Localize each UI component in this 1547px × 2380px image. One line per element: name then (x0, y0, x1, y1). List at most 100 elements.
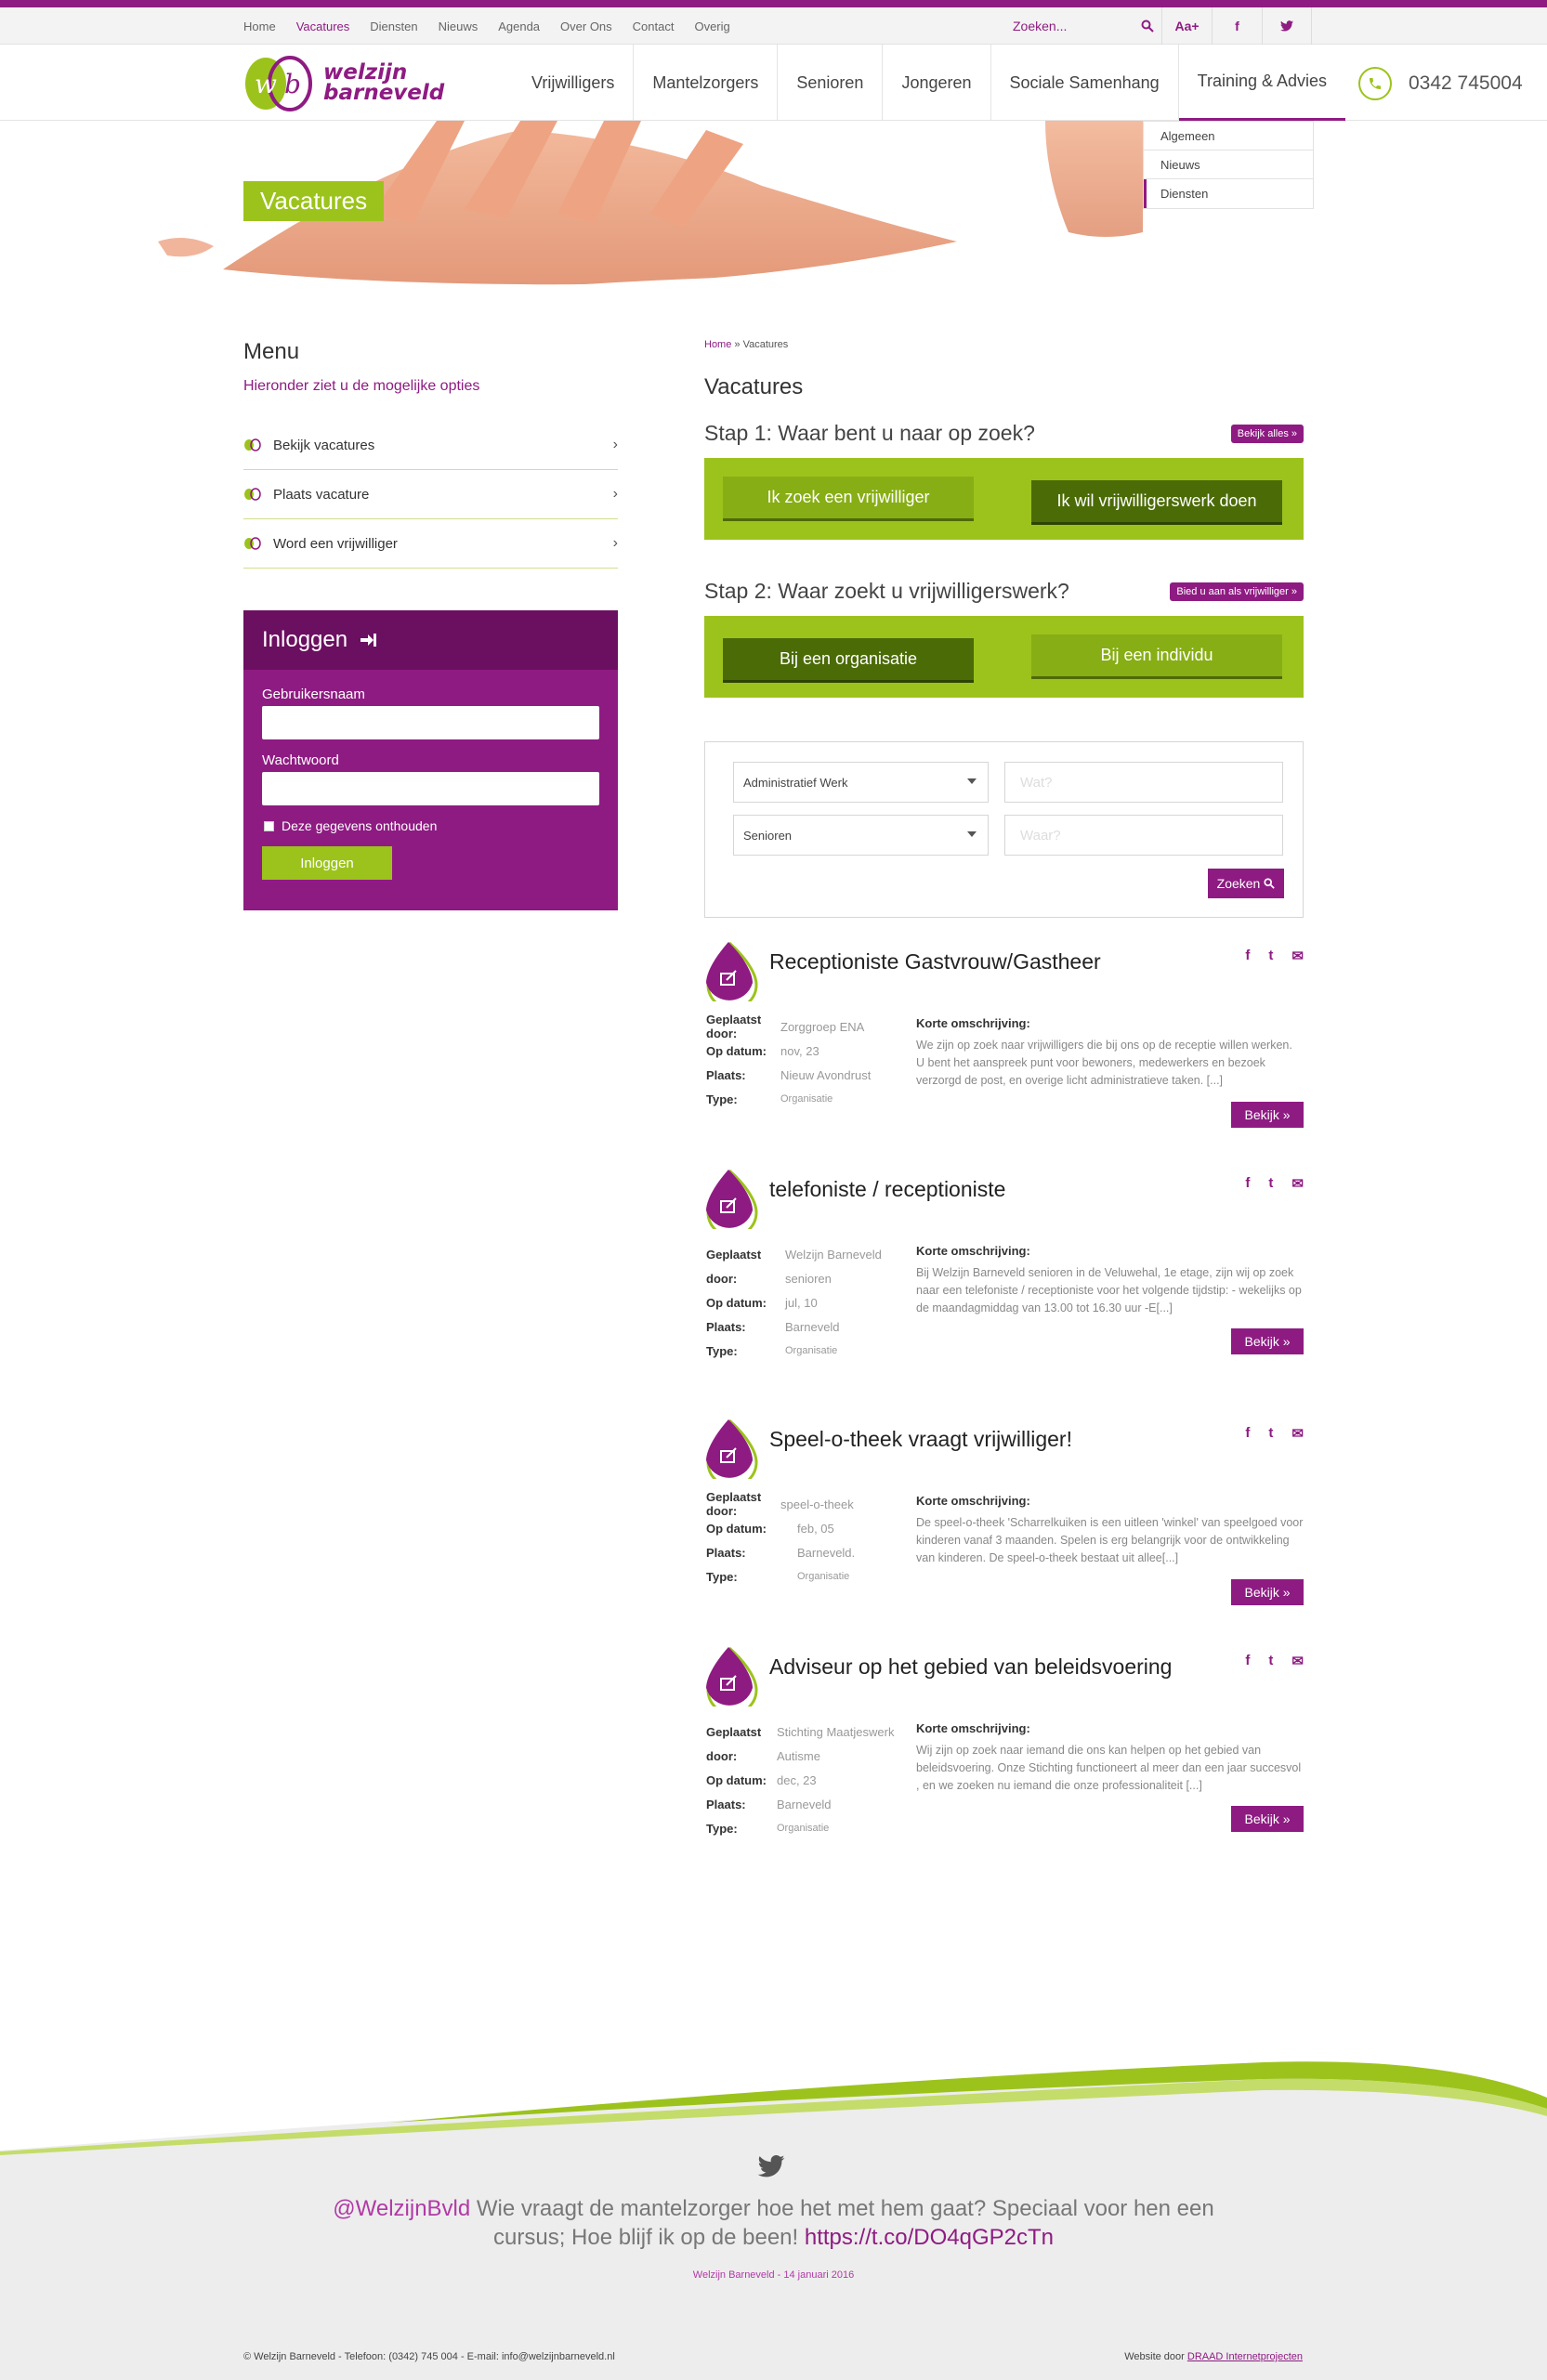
posted-by-label-cont: door: (706, 1271, 738, 1286)
sidebar-title: Menu (243, 339, 300, 364)
twitter-icon[interactable]: t (1268, 1175, 1273, 1192)
topnav-contact[interactable]: Contact (633, 20, 675, 33)
nav-vrijwilligers[interactable]: Vrijwilligers (513, 45, 635, 121)
desc-text: We zijn op zoek naar vrijwilligers die b… (916, 1039, 1292, 1087)
topnav-over-ons[interactable]: Over Ons (560, 20, 612, 33)
submenu-nieuws[interactable]: Nieuws (1144, 150, 1313, 179)
topnav-agenda[interactable]: Agenda (498, 20, 540, 33)
bekijk-button[interactable]: Bekijk » (1231, 1328, 1304, 1354)
top-search[interactable]: Zoeken... (1013, 7, 1161, 45)
tweet-text-2: cursus; Hoe blijf ik op de been! (493, 2225, 805, 2250)
facebook-icon[interactable]: f (1245, 1175, 1250, 1192)
wil-vrijwilligerswerk-button[interactable]: Ik wil vrijwilligerswerk doen (1031, 480, 1282, 525)
category-select[interactable]: Administratief Werk (733, 762, 989, 803)
nav-jongeren[interactable]: Jongeren (883, 45, 991, 121)
edit-drop-icon (706, 941, 758, 1001)
twitter-icon[interactable]: t (1268, 1653, 1273, 1669)
vacancy-title[interactable]: Receptioniste Gastvrouw/Gastheer (769, 949, 1101, 974)
phone-icon (1358, 67, 1392, 100)
twitter-icon[interactable] (1262, 7, 1312, 45)
topnav-nieuws[interactable]: Nieuws (439, 20, 479, 33)
step2-header: Stap 2: Waar zoekt u vrijwilligerswerk? … (704, 579, 1304, 607)
type-label: Type: (706, 1569, 738, 1584)
search-icon[interactable] (1141, 20, 1154, 33)
wat-input[interactable]: Wat? (1004, 762, 1283, 803)
facebook-icon[interactable]: f (1245, 1653, 1250, 1669)
login-header: Inloggen (243, 610, 618, 670)
logo-line1: welzijn (323, 60, 408, 85)
tweet-link[interactable]: https://t.co/DO4qGP2cTn (805, 2225, 1054, 2250)
nav-sociale-samenhang[interactable]: Sociale Samenhang (991, 45, 1179, 121)
nav-mantelzorgers[interactable]: Mantelzorgers (634, 45, 779, 121)
vacancy-item: Receptioniste Gastvrouw/Gastheer f t ✉ G… (704, 940, 1304, 1135)
sidebar-item-plaats-vacature[interactable]: Plaats vacature › (243, 470, 618, 519)
place-value: Barneveld (777, 1797, 832, 1811)
posted-by-label: Geplaatst (706, 1724, 762, 1739)
mail-icon[interactable]: ✉ (1291, 1653, 1304, 1669)
facebook-icon[interactable]: f (1212, 7, 1262, 45)
bij-organisatie-button[interactable]: Bij een organisatie (723, 638, 974, 683)
nav-senioren[interactable]: Senioren (778, 45, 884, 121)
vacancy-description: Korte omschrijving: We zijn op zoek naar… (916, 1014, 1304, 1090)
submenu-algemeen[interactable]: Algemeen (1144, 122, 1313, 150)
target-group-select[interactable]: Senioren (733, 815, 989, 856)
mail-icon[interactable]: ✉ (1291, 1175, 1304, 1192)
place-label: Plaats: (706, 1319, 746, 1334)
bekijk-button[interactable]: Bekijk » (1231, 1102, 1304, 1128)
zoeken-button[interactable]: Zoeken (1208, 869, 1284, 898)
topnav-vacatures[interactable]: Vacatures (296, 20, 350, 33)
submenu-training-advies: Algemeen Nieuws Diensten (1143, 121, 1314, 209)
twitter-icon[interactable]: t (1268, 948, 1273, 964)
step1-tag-button[interactable]: Bekijk alles » (1230, 425, 1304, 443)
submenu-diensten[interactable]: Diensten (1144, 179, 1313, 208)
vacancy-title[interactable]: telefoniste / receptioniste (769, 1177, 1005, 1202)
font-size-button[interactable]: Aa+ (1161, 7, 1212, 45)
mail-icon[interactable]: ✉ (1291, 948, 1304, 964)
posted-by-label-cont: door: (706, 1748, 738, 1763)
step2-tag-button[interactable]: Bied u aan als vrijwilliger » (1170, 582, 1304, 601)
twitter-icon (757, 2155, 785, 2177)
type-value: Organisatie (780, 1093, 833, 1105)
posted-by-value: Welzijn Barneveld (785, 1247, 882, 1262)
twitter-icon[interactable]: t (1268, 1425, 1273, 1442)
vacancy-title[interactable]: Adviseur op het gebied van beleidsvoerin… (769, 1654, 1172, 1680)
posted-by-label: Geplaatst door: (706, 1013, 762, 1040)
edit-drop-icon (706, 1169, 758, 1229)
sidebar-item-bekijk-vacatures[interactable]: Bekijk vacatures › (243, 421, 618, 470)
bekijk-button[interactable]: Bekijk » (1231, 1579, 1304, 1605)
sidebar-menu: Bekijk vacatures › Plaats vacature › Wor… (243, 421, 618, 569)
waar-input[interactable]: Waar? (1004, 815, 1283, 856)
vacancy-title[interactable]: Speel-o-theek vraagt vrijwilliger! (769, 1427, 1072, 1452)
posted-by-label: Geplaatst (706, 1247, 762, 1262)
bekijk-button[interactable]: Bekijk » (1231, 1806, 1304, 1832)
facebook-icon[interactable]: f (1245, 1425, 1250, 1442)
bij-individu-button[interactable]: Bij een individu (1031, 634, 1282, 679)
search-input[interactable]: Zoeken... (1013, 19, 1067, 33)
password-label: Wachtwoord (262, 752, 339, 768)
remember-me[interactable]: Deze gegevens onthouden (264, 818, 618, 833)
topnav-home[interactable]: Home (243, 20, 276, 33)
credit-link[interactable]: DRAAD Internetprojecten (1187, 2351, 1303, 2362)
top-nav: Home Vacatures Diensten Nieuws Agenda Ov… (243, 7, 730, 45)
remember-checkbox[interactable] (264, 820, 274, 831)
username-input[interactable] (262, 706, 599, 739)
tweet-handle[interactable]: @WelzijnBvld (333, 2196, 470, 2221)
tweet-text-1: Wie vraagt de mantelzorger hoe het met h… (470, 2196, 1214, 2221)
topnav-diensten[interactable]: Diensten (370, 20, 417, 33)
login-button[interactable]: Inloggen (262, 846, 392, 880)
mail-icon[interactable]: ✉ (1291, 1425, 1304, 1442)
login-panel: Inloggen Gebruikersnaam Wachtwoord Deze … (243, 610, 618, 910)
sidebar-item-word-vrijwilliger[interactable]: Word een vrijwilliger › (243, 519, 618, 569)
password-input[interactable] (262, 772, 599, 805)
zoek-vrijwilliger-button[interactable]: Ik zoek een vrijwilliger (723, 477, 974, 521)
logo[interactable]: w b welzijn barneveld (243, 52, 444, 113)
breadcrumb-home[interactable]: Home (704, 339, 731, 350)
topnav-overig[interactable]: Overig (694, 20, 729, 33)
facebook-icon[interactable]: f (1245, 948, 1250, 964)
phone-contact[interactable]: 0342 745004 (1358, 65, 1523, 102)
share-icons: f t ✉ (1245, 1653, 1304, 1669)
posted-by-value-cont: senioren (785, 1271, 832, 1286)
nav-training-advies[interactable]: Training & Advies (1178, 45, 1346, 121)
hero-title: Vacatures (243, 181, 385, 221)
vacancy-item: telefoniste / receptioniste f t ✉ Geplaa… (704, 1168, 1304, 1391)
